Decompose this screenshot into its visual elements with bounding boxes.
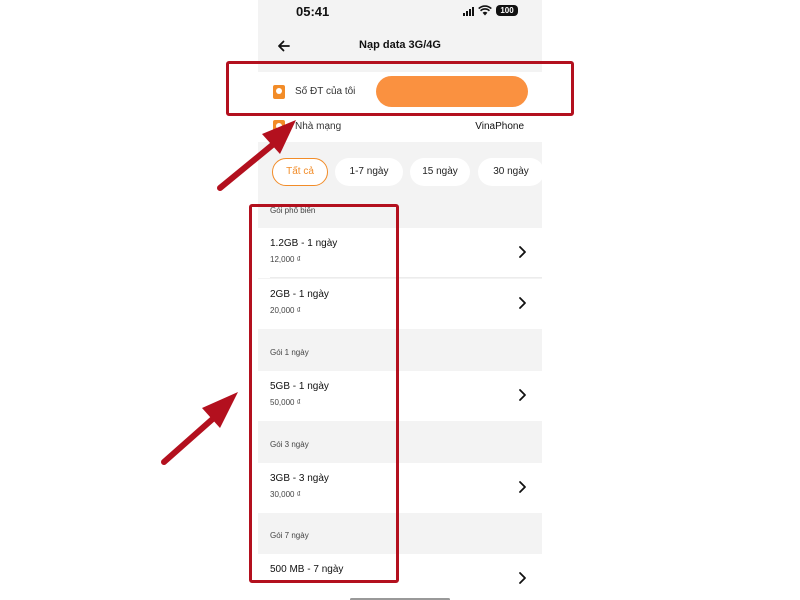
chevron-right-icon [519,246,526,258]
package-price: 12,000 ₫ [270,255,301,264]
section-header-3-days: Gói 3 ngày [258,432,542,462]
section-header-7-days: Gói 7 ngày [258,523,542,553]
package-name: 1.2GB - 1 ngày [270,238,338,249]
package-name: 2GB - 1 ngày [270,289,329,300]
section-title: Gói 7 ngày [270,531,309,540]
package-item[interactable]: 2GB - 1 ngày 20,000 ₫ [258,279,542,329]
status-time: 05:41 [296,4,330,19]
page-title: Nạp data 3G/4G [359,39,441,51]
filter-chip-1-7-days[interactable]: 1-7 ngày [335,158,403,186]
package-name: 5GB - 1 ngày [270,381,329,392]
package-item[interactable]: 3GB - 3 ngày 30,000 ₫ [258,463,542,513]
battery-icon: 100 [496,5,518,16]
filter-chip-15-days[interactable]: 15 ngày [410,158,470,186]
chevron-right-icon [519,572,526,584]
carrier-value[interactable]: VinaPhone [475,121,524,132]
package-price: 20,000 ₫ [270,306,301,315]
package-price: 50,000 ₫ [270,398,301,407]
filter-chips: Tất cả 1-7 ngày 15 ngày 30 ngày [258,142,542,198]
section-title: Gói 3 ngày [270,440,309,449]
chevron-right-icon [519,389,526,401]
wifi-icon [478,5,492,16]
status-bar: 05:41 100 [258,0,542,26]
annotation-arrow-icon [161,392,238,465]
carrier-icon [273,120,285,134]
signal-icon [463,6,474,16]
package-name: 500 MB - 7 ngày [270,564,344,575]
phone-number-label: Số ĐT của tôi [295,86,356,97]
phone-number-row: Số ĐT của tôi [258,72,542,112]
phone-screen: 05:41 100 Nạp data 3G/4G Số ĐT của tôi N… [258,0,542,600]
chevron-right-icon [519,297,526,309]
package-item[interactable]: 1.2GB - 1 ngày 12,000 ₫ [258,228,542,278]
section-header-1-day: Gói 1 ngày [258,340,542,370]
filter-chip-all[interactable]: Tất cả [272,158,328,186]
carrier-row: Nhà mạng VinaPhone [258,112,542,142]
chevron-right-icon [519,481,526,493]
nav-bar: Nạp data 3G/4G [258,26,542,66]
phone-number-input[interactable] [376,76,528,107]
package-name: 3GB - 3 ngày [270,473,329,484]
package-item[interactable]: 500 MB - 7 ngày [258,554,542,600]
section-title: Gói phổ biến [270,206,316,215]
filter-chip-30-days[interactable]: 30 ngày [478,158,542,186]
contact-icon [273,85,285,99]
package-price: 30,000 ₫ [270,490,301,499]
screenshot-canvas: 05:41 100 Nạp data 3G/4G Số ĐT của tôi N… [0,0,800,600]
section-header-popular: Gói phổ biến [258,198,542,228]
carrier-label: Nhà mạng [295,121,342,132]
section-title: Gói 1 ngày [270,348,309,357]
package-item[interactable]: 5GB - 1 ngày 50,000 ₫ [258,371,542,421]
status-icons: 100 [463,5,518,16]
